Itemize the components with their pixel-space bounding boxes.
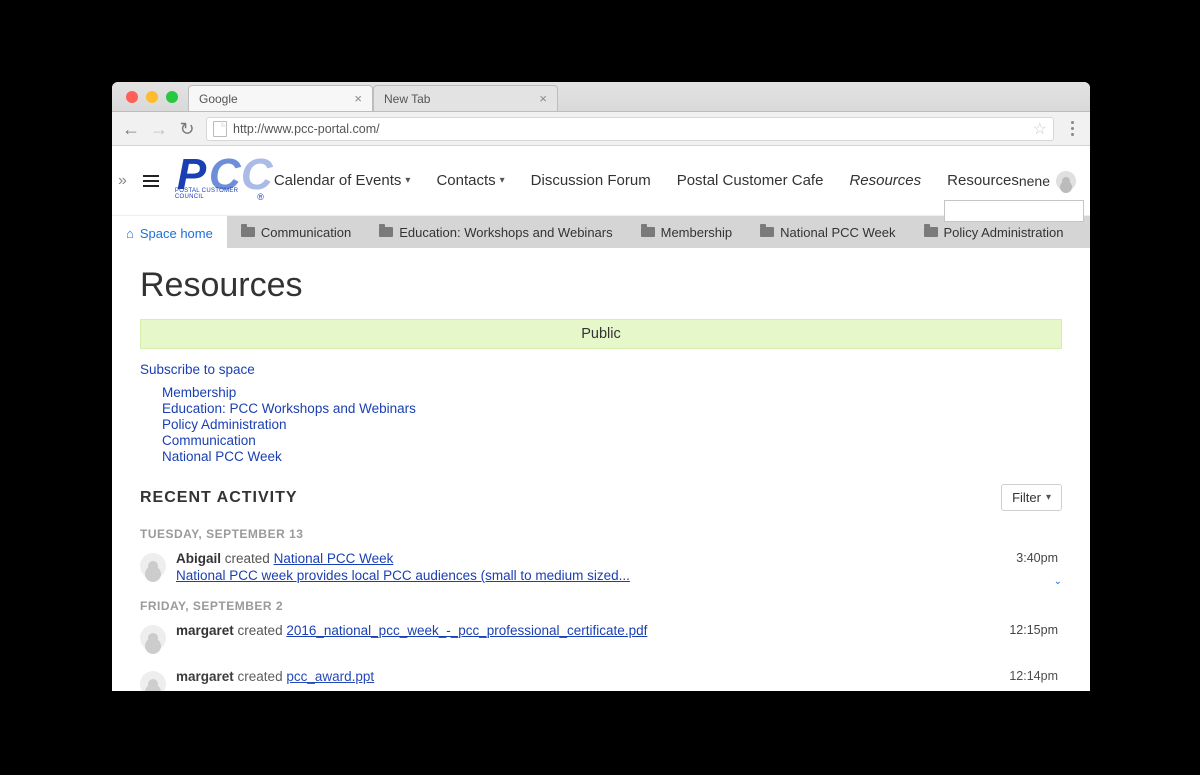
- close-icon[interactable]: ×: [354, 91, 362, 106]
- nav-label: Resources: [849, 172, 921, 189]
- activity-item: margaret created 2016_national_pcc_week_…: [140, 623, 1062, 651]
- activity-user: margaret: [176, 623, 234, 638]
- window-zoom-button[interactable]: [166, 91, 178, 103]
- space-tab-home[interactable]: ⌂ Space home: [112, 216, 227, 248]
- logo-subtitle: POSTAL CUSTOMER COUNCIL: [175, 188, 258, 200]
- browser-tab-title: Google: [199, 92, 238, 106]
- browser-window: Google × New Tab × ← → ↻ http://www.pcc-…: [112, 82, 1090, 691]
- activity-time: 12:14pm: [1009, 669, 1058, 683]
- page-content: Resources Public Subscribe to space Memb…: [112, 248, 1090, 691]
- nav-contacts[interactable]: Contacts ▾: [436, 172, 504, 189]
- home-icon: ⌂: [126, 226, 134, 241]
- activity-link[interactable]: 2016_national_pcc_week_-_pcc_professiona…: [286, 623, 647, 638]
- sublink-national-pcc[interactable]: National PCC Week: [162, 449, 1062, 464]
- sublink-policy[interactable]: Policy Administration: [162, 417, 1062, 432]
- primary-nav: Calendar of Events ▾ Contacts ▾ Discussi…: [274, 172, 1019, 189]
- activity-verb: created: [238, 623, 283, 638]
- browser-menu-button[interactable]: [1064, 121, 1080, 136]
- space-tab-label: Communication: [261, 225, 351, 240]
- folder-icon: [924, 227, 938, 237]
- nav-label: Discussion Forum: [531, 172, 651, 189]
- site-logo[interactable]: P C C POSTAL CUSTOMER COUNCIL ®: [175, 154, 258, 208]
- space-tab-communication[interactable]: Communication: [227, 216, 365, 248]
- space-tab-label: Space home: [140, 226, 213, 241]
- space-tab-label: Education: Workshops and Webinars: [399, 225, 612, 240]
- activity-day-label: TUESDAY, SEPTEMBER 13: [140, 527, 1062, 541]
- subscribe-link[interactable]: Subscribe to space: [140, 362, 255, 377]
- activity-desc[interactable]: National PCC week provides local PCC aud…: [176, 568, 1006, 583]
- nav-resources[interactable]: Resources: [947, 172, 1019, 189]
- activity-link[interactable]: pcc_award.ppt: [286, 669, 374, 684]
- recent-activity-heading: RECENT ACTIVITY: [140, 489, 298, 507]
- bookmark-star-icon[interactable]: ☆: [1033, 119, 1047, 139]
- space-tab-education[interactable]: Education: Workshops and Webinars: [365, 216, 626, 248]
- visibility-banner: Public: [140, 319, 1062, 349]
- close-icon[interactable]: ×: [539, 91, 547, 106]
- activity-verb: created: [225, 551, 270, 566]
- activity-user: Abigail: [176, 551, 221, 566]
- activity-time: 12:15pm: [1009, 623, 1058, 637]
- nav-label: Resources: [947, 172, 1019, 189]
- user-menu[interactable]: nene: [1019, 171, 1082, 191]
- activity-day-label: FRIDAY, SEPTEMBER 2: [140, 599, 1062, 613]
- space-tab-membership[interactable]: Membership: [627, 216, 747, 248]
- address-bar[interactable]: http://www.pcc-portal.com/ ☆: [206, 117, 1054, 141]
- nav-resources-current[interactable]: Resources: [849, 172, 921, 189]
- space-tab-label: National PCC Week: [780, 225, 895, 240]
- back-button[interactable]: ←: [122, 120, 140, 138]
- page-icon: [213, 121, 227, 137]
- registered-mark: ®: [257, 192, 264, 202]
- reload-button[interactable]: ↻: [178, 120, 196, 138]
- avatar-icon: [140, 671, 166, 691]
- user-name: nene: [1019, 173, 1050, 189]
- activity-verb: created: [238, 669, 283, 684]
- activity-link[interactable]: National PCC Week: [274, 551, 394, 566]
- window-close-button[interactable]: [126, 91, 138, 103]
- nav-calendar[interactable]: Calendar of Events ▾: [274, 172, 411, 189]
- menu-icon[interactable]: [133, 175, 169, 187]
- activity-item: margaret created pcc_award.ppt 12:14pm: [140, 669, 1062, 691]
- folder-icon: [641, 227, 655, 237]
- activity-user: margaret: [176, 669, 234, 684]
- nav-label: Contacts: [436, 172, 495, 189]
- folder-icon: [760, 227, 774, 237]
- avatar-icon: [140, 625, 166, 651]
- filter-button[interactable]: Filter ▾: [1001, 484, 1062, 511]
- avatar-icon: [140, 553, 166, 579]
- nav-label: Postal Customer Cafe: [677, 172, 824, 189]
- chevron-down-icon[interactable]: ⌄: [1054, 576, 1062, 587]
- folder-icon: [379, 227, 393, 237]
- folder-icon: [241, 227, 255, 237]
- site-header: » P C C POSTAL CUSTOMER COUNCIL ® Calend…: [112, 146, 1090, 216]
- caret-down-icon: ▾: [405, 175, 410, 186]
- activity-item: Abigail created National PCC Week Nation…: [140, 551, 1062, 583]
- filter-label: Filter: [1012, 490, 1041, 505]
- sub-space-links: Membership Education: PCC Workshops and …: [140, 385, 1062, 464]
- caret-down-icon: ▾: [500, 175, 505, 186]
- url-text: http://www.pcc-portal.com/: [233, 122, 380, 136]
- caret-down-icon: ▾: [1046, 492, 1051, 503]
- browser-toolbar: ← → ↻ http://www.pcc-portal.com/ ☆: [112, 112, 1090, 146]
- window-controls: [120, 82, 188, 111]
- activity-time: 3:40pm: [1016, 551, 1058, 565]
- browser-tab[interactable]: Google ×: [188, 85, 373, 111]
- nav-cafe[interactable]: Postal Customer Cafe: [677, 172, 824, 189]
- browser-tab-strip: Google × New Tab ×: [112, 82, 1090, 112]
- window-minimize-button[interactable]: [146, 91, 158, 103]
- space-tab-label: Policy Administration: [944, 225, 1064, 240]
- sublink-membership[interactable]: Membership: [162, 385, 1062, 400]
- search-input[interactable]: [944, 200, 1084, 222]
- space-tab-label: Membership: [661, 225, 733, 240]
- avatar-icon: [1056, 171, 1076, 191]
- forward-button[interactable]: →: [150, 120, 168, 138]
- nav-label: Calendar of Events: [274, 172, 402, 189]
- sublink-communication[interactable]: Communication: [162, 433, 1062, 448]
- nav-discussion[interactable]: Discussion Forum: [531, 172, 651, 189]
- space-tab-national-pcc-week[interactable]: National PCC Week: [746, 216, 909, 248]
- sublink-education[interactable]: Education: PCC Workshops and Webinars: [162, 401, 1062, 416]
- browser-tab-title: New Tab: [384, 92, 430, 106]
- page-title: Resources: [140, 266, 1062, 305]
- browser-tab[interactable]: New Tab ×: [373, 85, 558, 111]
- collapse-nav-icon[interactable]: »: [112, 172, 133, 190]
